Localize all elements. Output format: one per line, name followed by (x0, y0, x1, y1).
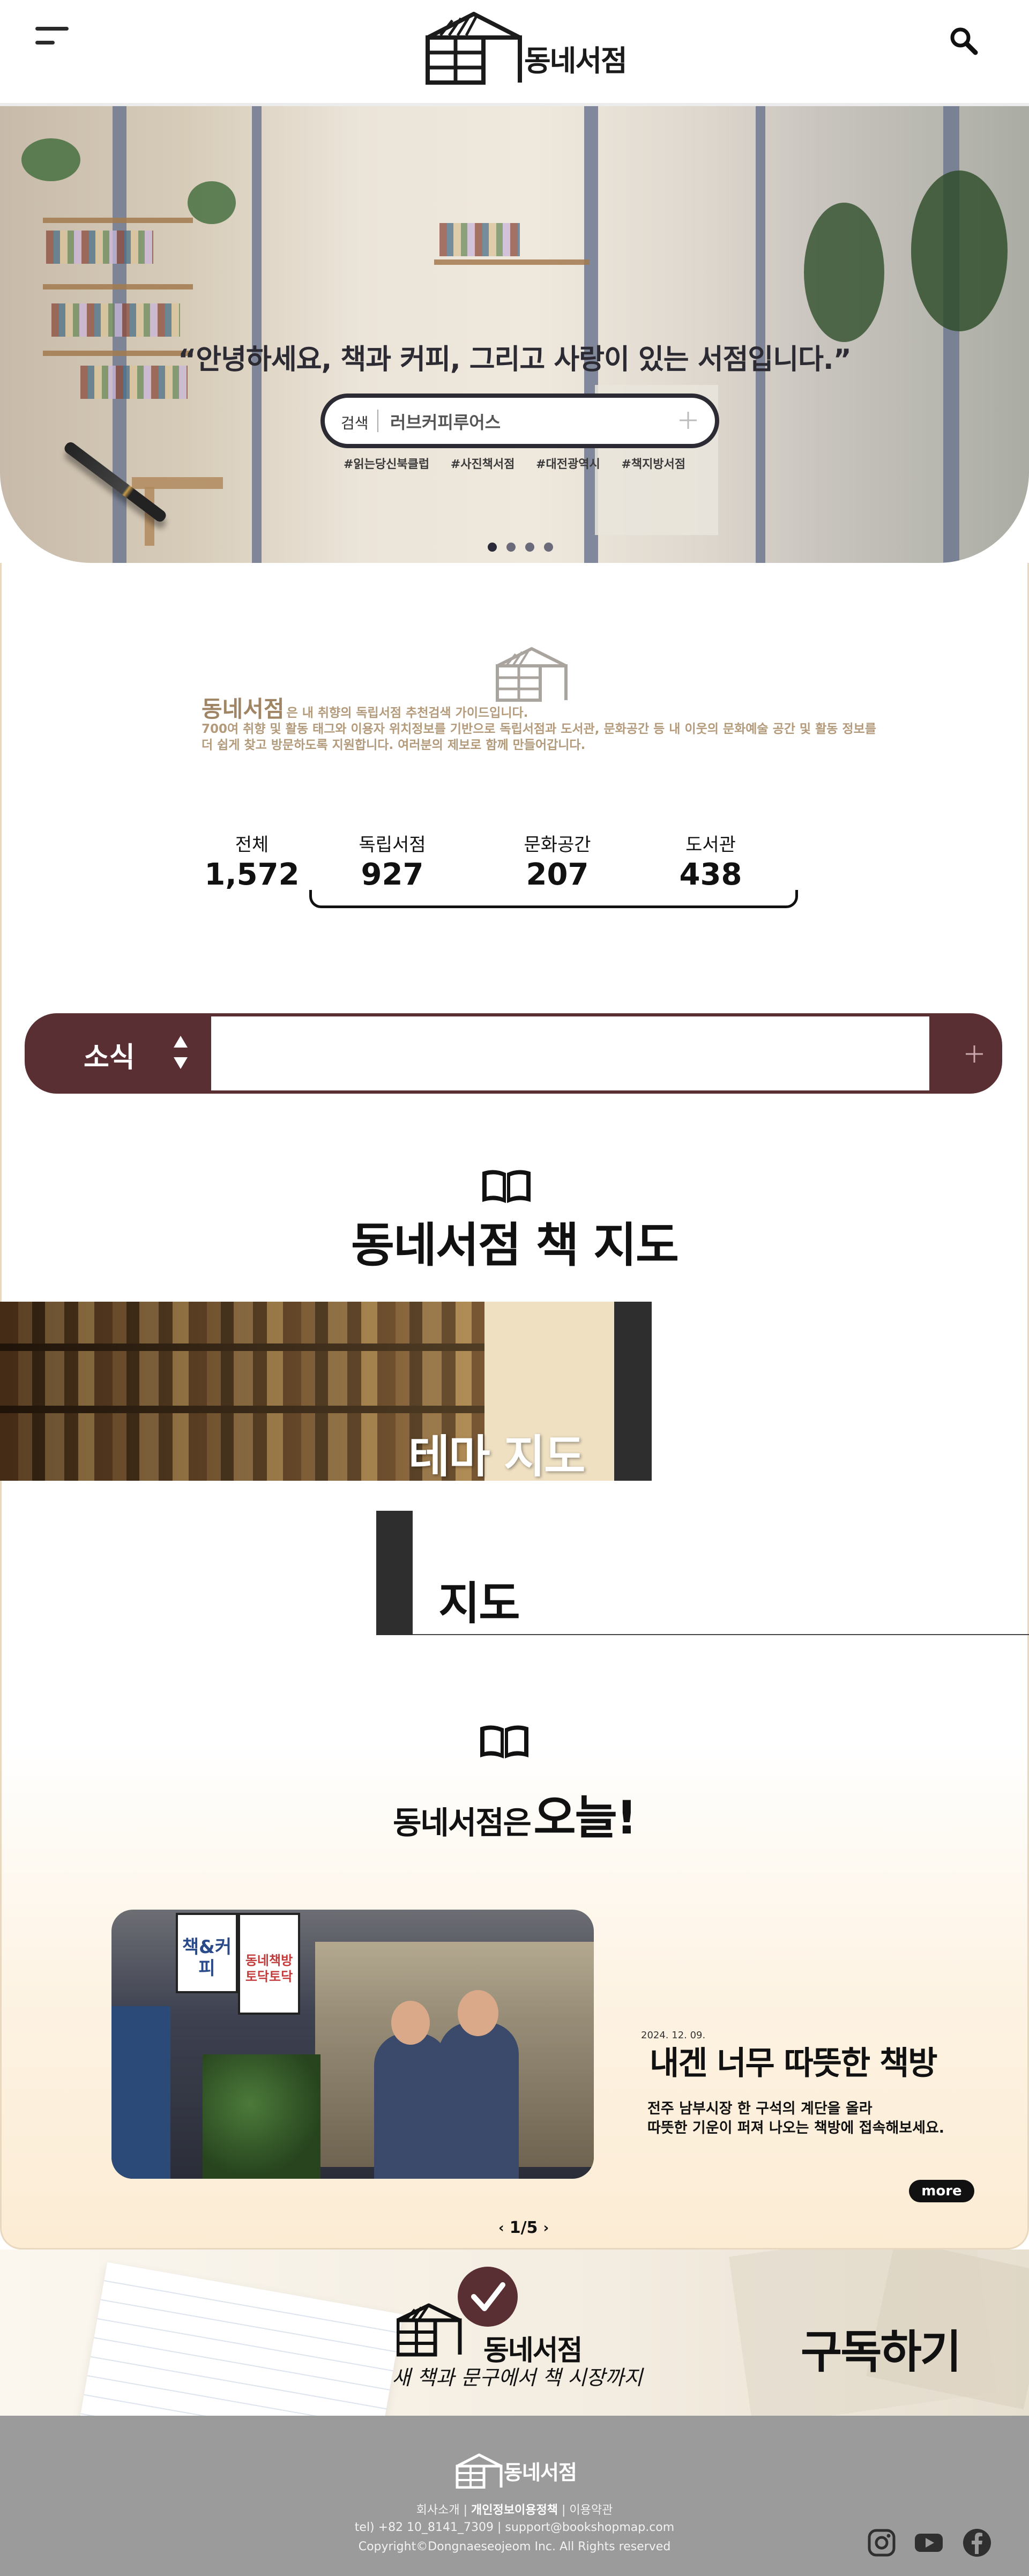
search-icon[interactable] (949, 26, 979, 56)
store-sign-text: 책&커피 (182, 1936, 232, 1979)
tag-link[interactable]: #대전광역시 (536, 458, 600, 471)
terms-link[interactable]: 이용약관 (569, 2504, 613, 2517)
stat-label: 문화공간 (524, 834, 591, 856)
house-logo-icon (456, 2453, 503, 2489)
stat-label: 독립서점 (359, 834, 426, 856)
tag-link[interactable]: #사진책서점 (451, 458, 515, 471)
footer-links: 회사소개 | 개인정보이용정책 | 이용약관 (416, 2504, 613, 2517)
intro-line3: 더 쉽게 찾고 방문하도록 지원합니다. 여러분의 제보로 함께 만들어갑니다. (202, 738, 586, 752)
intro-brand: 동네서점 (202, 696, 285, 722)
stat-label: 도서관 (685, 834, 736, 856)
open-book-icon (482, 1170, 531, 1203)
hero-banner (0, 106, 1029, 563)
hero-search-bar: 검색 (320, 394, 719, 448)
carousel-dot[interactable] (544, 543, 553, 552)
plus-icon[interactable] (960, 1040, 988, 1068)
book-map-title: 동네서점 책 지도 (351, 1218, 679, 1273)
instagram-icon[interactable] (866, 2527, 897, 2558)
subscribe-button[interactable]: 구독하기 (801, 2316, 961, 2381)
theme-map-card[interactable]: 테마 지도 (0, 1302, 652, 1481)
pager-next-button[interactable]: › (543, 2220, 549, 2236)
news-content[interactable] (211, 1016, 929, 1090)
today-pager: ‹ 1/5 › (498, 2218, 549, 2237)
hero-quote: “안녕하세요, 책과 커피, 그리고 사랑이 있는 서점입니다.” (178, 344, 852, 376)
carousel-dot[interactable] (525, 543, 534, 552)
today-title-b: 오늘! (533, 1791, 637, 1845)
today-desc-line: 전주 남부시장 한 구석의 계단을 올라 (647, 2100, 873, 2117)
footer-logo[interactable]: 동네서점 (456, 2453, 577, 2489)
today-feature-image[interactable]: 책&커피 동네책방 토닥토닥 (111, 1910, 594, 2179)
store-sign-text: 동네책방 토닥토닥 (245, 1953, 293, 1984)
stats-underline (309, 890, 798, 908)
stat-label: 전체 (235, 834, 269, 856)
stat-library[interactable]: 도서관 438 (652, 830, 770, 894)
stat-value: 207 (526, 857, 589, 892)
today-title: 동네서점은 오늘! (0, 1780, 1029, 1847)
more-button[interactable]: more (909, 2180, 974, 2202)
privacy-link[interactable]: 개인정보이용정책 (471, 2504, 558, 2517)
pager-text: 1/5 (509, 2218, 538, 2237)
search-divider (377, 410, 378, 432)
carousel-dot[interactable] (506, 543, 516, 552)
map-label: 지도 (438, 1577, 520, 1630)
tag-link[interactable]: #책지방서점 (621, 458, 685, 471)
plus-icon[interactable] (675, 407, 701, 433)
open-book-icon (480, 1725, 528, 1758)
news-ticker: 소식 (25, 1013, 1002, 1094)
intro-text: 동네서점 은 내 취향의 독립서점 추천검색 가이드입니다. 700여 취향 및 … (202, 698, 898, 753)
today-headline[interactable]: 내겐 너무 따뜻한 책방 (650, 2037, 937, 2084)
hero-search-input[interactable] (390, 411, 669, 432)
tag-link[interactable]: #읽는당신북클럽 (344, 458, 429, 471)
news-label: 소식 (84, 1042, 135, 1074)
stat-culture[interactable]: 문화공간 207 (498, 830, 616, 894)
facebook-icon[interactable] (961, 2527, 993, 2558)
today-description: 전주 남부시장 한 구석의 계단을 올라 따뜻한 기운이 퍼져 나오는 책방에 … (647, 2099, 944, 2138)
stat-all[interactable]: 전체 1,572 (193, 830, 311, 894)
hero-tags: #읽는당신북클럽 #사진책서점 #대전광역시 #책지방서점 (0, 455, 1029, 472)
site-header: 동네서점 (0, 0, 1029, 106)
brand-name: 동네서점 (524, 44, 628, 78)
about-link[interactable]: 회사소개 (416, 2504, 460, 2517)
intro-line2: 700여 취향 및 활동 태그와 이용자 위치정보를 기반으로 독립서점과 도서… (202, 722, 876, 736)
carousel-dot[interactable] (488, 543, 497, 552)
stat-value: 927 (361, 857, 424, 892)
search-label: 검색 (341, 414, 369, 432)
map-card[interactable]: 지도 (376, 1511, 1029, 1635)
youtube-icon[interactable] (913, 2527, 944, 2558)
hamburger-menu-icon[interactable] (35, 25, 70, 48)
theme-map-label: 테마 지도 (408, 1430, 585, 1481)
today-desc-line: 따뜻한 기운이 퍼져 나오는 책방에 접속해보세요. (647, 2120, 945, 2136)
stat-value: 1,572 (204, 857, 300, 892)
store-sign: 동네책방 토닥토닥 (238, 1913, 300, 2015)
site-logo[interactable]: 동네서점 (424, 10, 628, 85)
store-sign: 책&커피 (176, 1913, 238, 1993)
intro-line1: 은 내 취향의 독립서점 추천검색 가이드입니다. (286, 706, 528, 720)
house-logo-icon (426, 12, 522, 85)
pager-prev-button[interactable]: ‹ (498, 2220, 504, 2236)
house-outline-icon (496, 647, 568, 702)
stat-value: 438 (679, 857, 742, 892)
stat-independent[interactable]: 독립서점 927 (333, 830, 451, 894)
updown-arrows-icon[interactable] (169, 1033, 191, 1075)
today-title-a: 동네서점은 (393, 1805, 532, 1841)
carousel-dots (488, 543, 553, 552)
footer-brand: 동네서점 (504, 2461, 577, 2484)
